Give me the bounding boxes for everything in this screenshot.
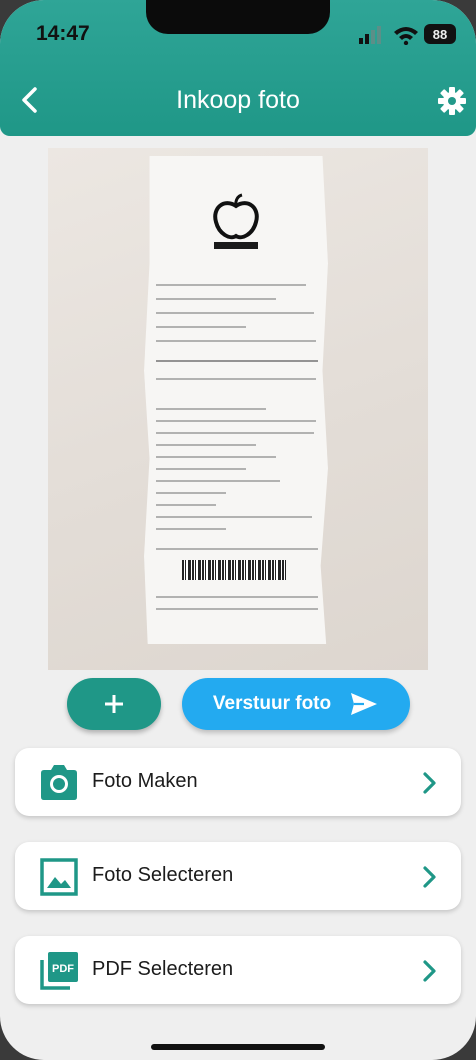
- receipt-paper: [144, 156, 328, 644]
- store-logo: [213, 193, 259, 249]
- select-pdf-option[interactable]: PDF PDF Selecteren: [15, 936, 461, 1004]
- camera-icon: [41, 765, 77, 800]
- home-indicator[interactable]: [151, 1044, 325, 1050]
- receipt-barcode: [182, 560, 286, 580]
- send-photo-button[interactable]: Verstuur foto: [182, 678, 410, 730]
- select-pdf-label: PDF Selecteren: [92, 958, 234, 980]
- chevron-right-icon: [423, 960, 436, 982]
- battery-indicator: 88: [424, 24, 456, 44]
- add-photo-button[interactable]: [67, 678, 161, 730]
- send-photo-label: Verstuur foto: [212, 693, 332, 714]
- send-icon: [351, 693, 378, 715]
- page-title: Inkoop foto: [176, 86, 300, 114]
- gear-icon: [438, 87, 466, 115]
- select-photo-option[interactable]: Foto Selecteren: [15, 842, 461, 910]
- chevron-right-icon: [423, 772, 436, 794]
- pdf-icon: PDF: [40, 952, 78, 990]
- settings-button[interactable]: [436, 85, 468, 117]
- app-screen: 14:47 88 Inkoop foto Verstuur foto Foto …: [0, 0, 476, 1060]
- status-icons: 88: [358, 23, 458, 47]
- image-icon: [40, 858, 78, 896]
- take-photo-label: Foto Maken: [92, 770, 198, 792]
- signal-icon: [359, 26, 381, 44]
- plus-icon: [105, 695, 123, 713]
- app-header: 14:47 88 Inkoop foto: [0, 0, 476, 136]
- select-photo-label: Foto Selecteren: [92, 864, 234, 886]
- device-notch: [146, 0, 330, 34]
- pdf-icon-text: PDF: [52, 963, 74, 975]
- take-photo-option[interactable]: Foto Maken: [15, 748, 461, 816]
- chevron-right-icon: [423, 866, 436, 888]
- receipt-photo: [48, 148, 428, 670]
- status-time: 14:47: [36, 22, 90, 45]
- wifi-icon: [394, 27, 418, 45]
